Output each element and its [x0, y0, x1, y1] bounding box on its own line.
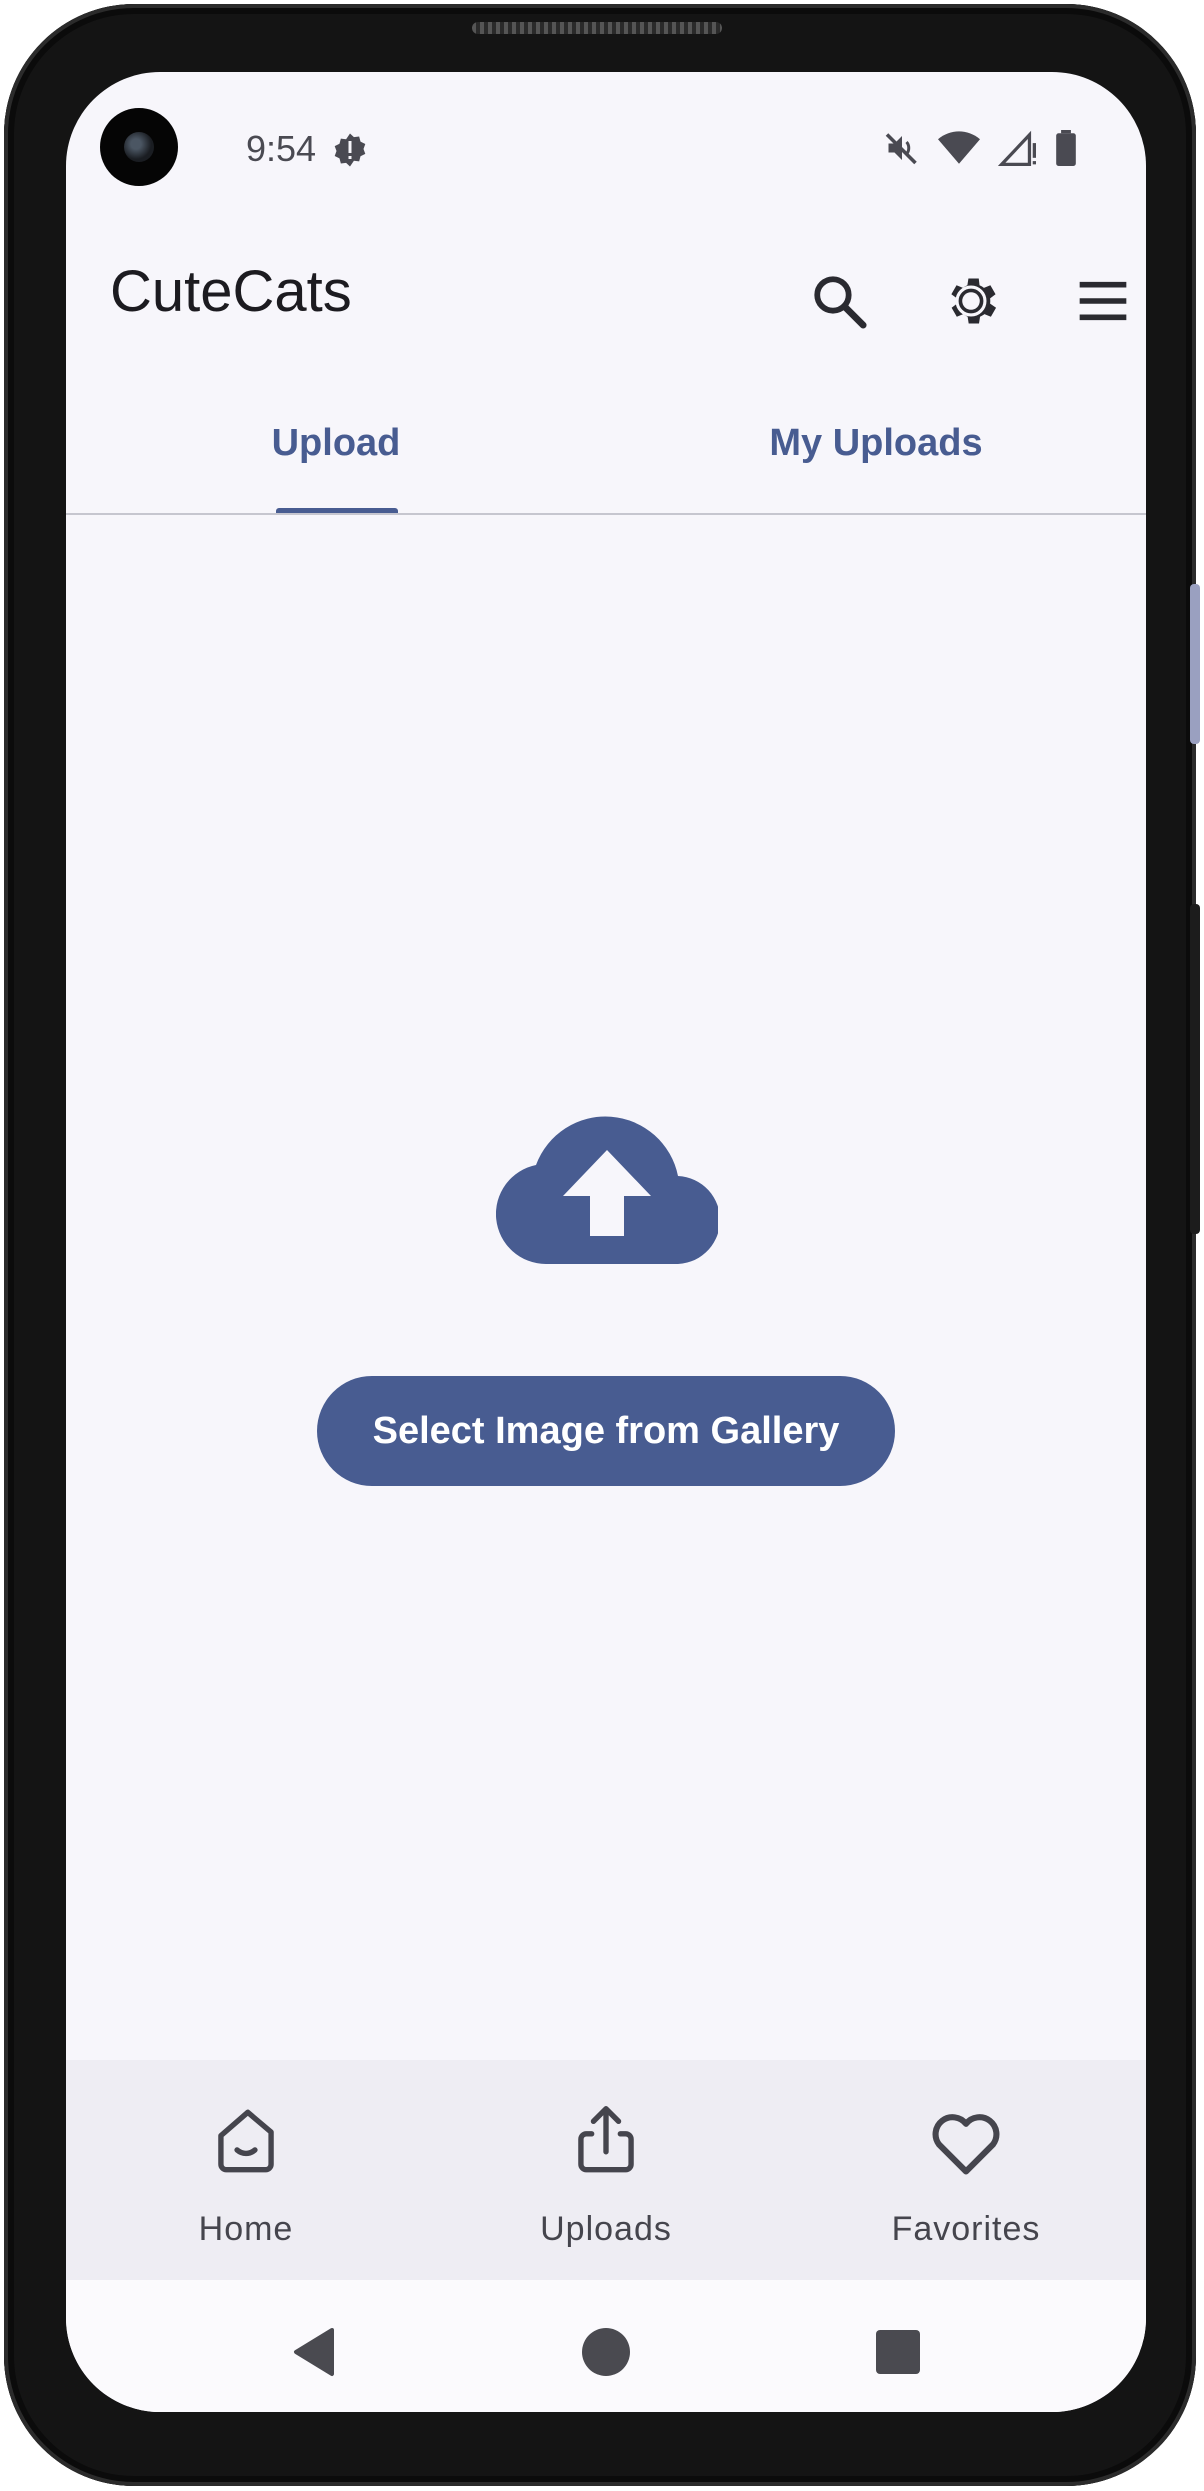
- nav-label-uploads: Uploads: [540, 2210, 672, 2248]
- wifi-icon: [938, 130, 980, 171]
- volume-button: [1190, 584, 1200, 744]
- home-icon: [218, 2109, 274, 2173]
- tab-my-uploads[interactable]: My Uploads: [606, 422, 1146, 542]
- heart-icon: [932, 2114, 1000, 2175]
- nav-label-favorites: Favorites: [891, 2210, 1041, 2248]
- home-circle-icon[interactable]: [576, 2322, 636, 2382]
- system-navigation-bar: [66, 2280, 1146, 2412]
- nav-item-uploads[interactable]: Uploads: [426, 2060, 786, 2280]
- nav-item-home[interactable]: Home: [66, 2060, 426, 2280]
- tab-upload-label: Upload: [271, 422, 401, 464]
- nav-item-favorites[interactable]: Favorites: [786, 2060, 1146, 2280]
- battery-icon: [1056, 129, 1076, 171]
- screen: 9:54 CuteCats Upload My Uploads Select I…: [66, 72, 1146, 2412]
- tab-my-uploads-label: My Uploads: [769, 422, 983, 464]
- nav-label-home: Home: [198, 2210, 294, 2248]
- status-icons: [884, 129, 1076, 171]
- search-icon[interactable]: [804, 266, 874, 336]
- cloud-upload-icon: [495, 1114, 721, 1265]
- menu-icon[interactable]: [1068, 266, 1138, 336]
- back-icon[interactable]: [284, 2322, 344, 2382]
- upload-icon: [578, 2106, 634, 2173]
- status-time: 9:54: [246, 128, 317, 169]
- tab-upload[interactable]: Upload: [66, 422, 606, 542]
- settings-icon[interactable]: [936, 266, 1006, 336]
- front-camera: [100, 108, 178, 186]
- bottom-navigation: Home Uploads Favorites: [66, 2060, 1146, 2280]
- alert-badge-icon: [332, 132, 368, 168]
- app-title: CuteCats: [110, 259, 352, 324]
- recents-icon[interactable]: [868, 2322, 928, 2382]
- earpiece-speaker: [472, 22, 722, 34]
- select-image-button[interactable]: Select Image from Gallery: [317, 1376, 895, 1486]
- phone-frame: 9:54 CuteCats Upload My Uploads Select I…: [4, 4, 1200, 2486]
- power-button: [1190, 904, 1200, 1234]
- tab-divider: [66, 513, 1146, 515]
- mute-icon: [884, 130, 920, 171]
- signal-icon: [997, 130, 1038, 171]
